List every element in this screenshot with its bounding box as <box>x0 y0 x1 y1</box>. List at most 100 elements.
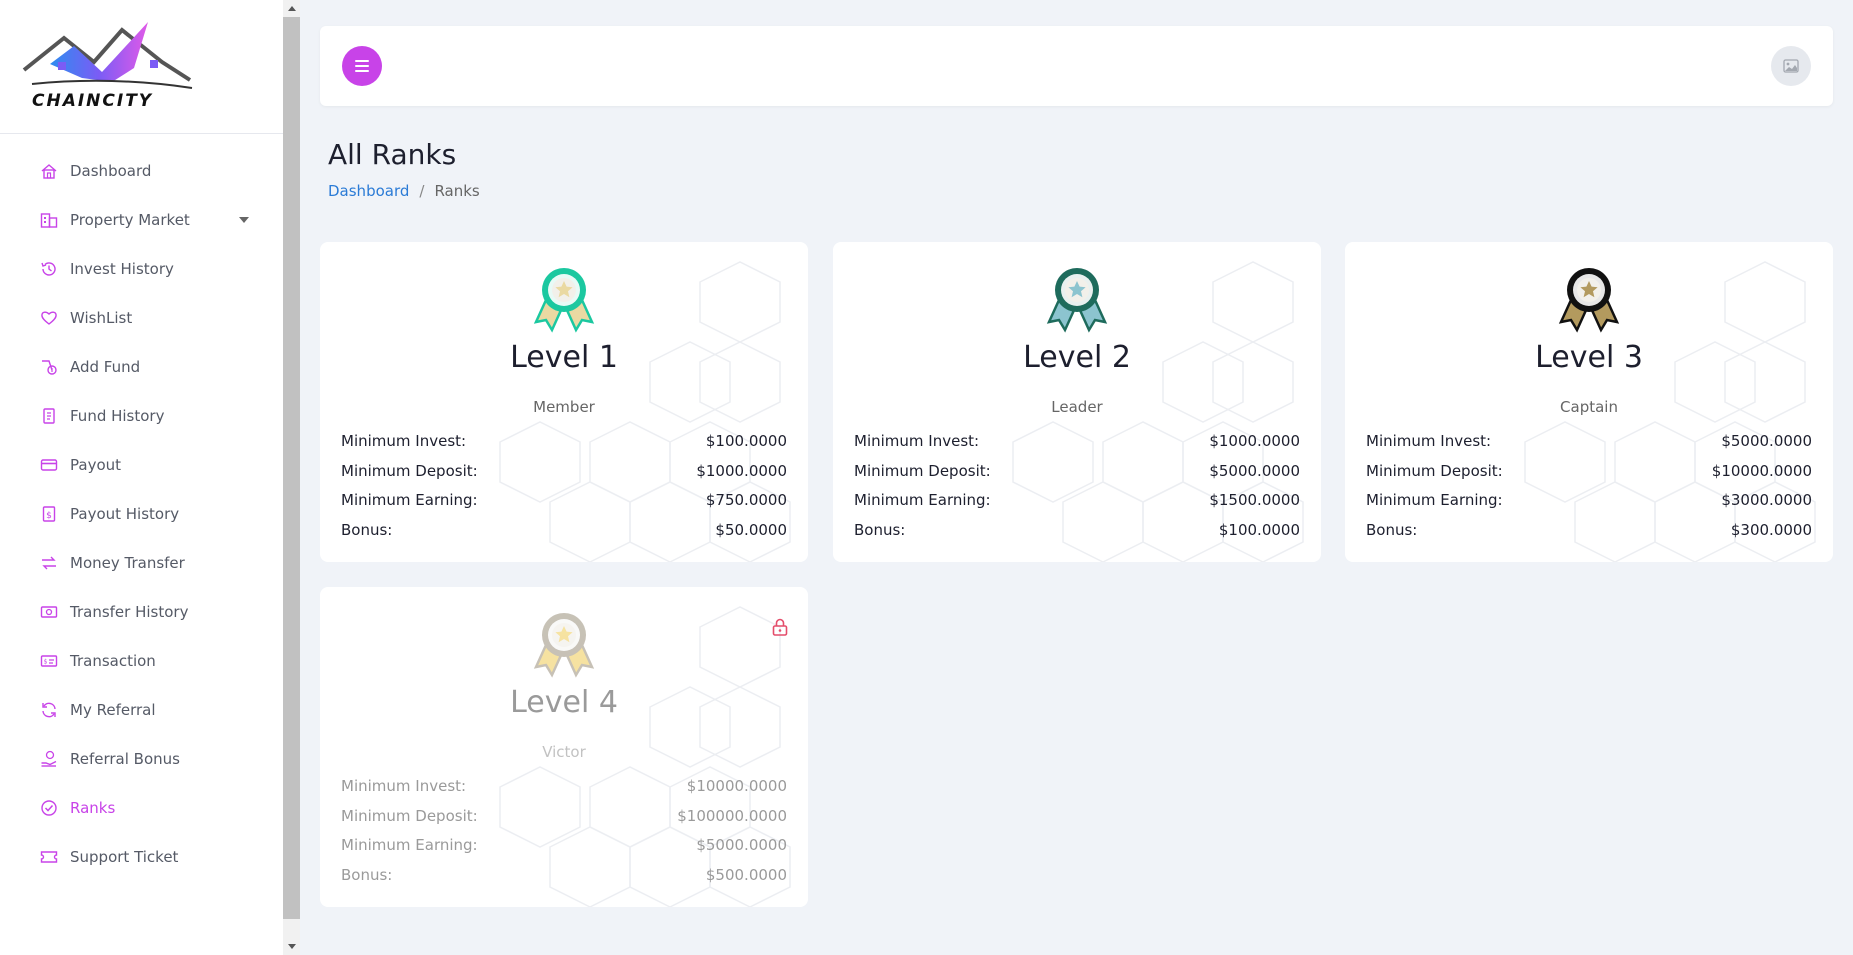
sidebar-item-invest-history[interactable]: Invest History <box>0 244 283 293</box>
rank-level: Level 3 <box>1535 340 1643 375</box>
sidebar-item-transfer-history[interactable]: Transfer History <box>0 587 283 636</box>
logo[interactable]: CHAINCITY <box>0 0 283 134</box>
rank-requirement-row: Bonus: $100.0000 <box>854 521 1300 551</box>
sidebar-item-label: My Referral <box>70 700 156 719</box>
requirement-value: $5000.0000 <box>1209 461 1300 480</box>
scroll-thumb[interactable] <box>283 17 300 919</box>
sidebar-item-label: Money Transfer <box>70 553 185 572</box>
requirement-value: $1000.0000 <box>1209 432 1300 450</box>
sidebar-scrollbar[interactable] <box>283 0 300 955</box>
sidebar-nav: Dashboard Property Market Invest History Wi… <box>0 134 283 881</box>
medal-icon <box>533 613 595 678</box>
rank-requirement-row: Minimum Invest: $10000.0000 <box>341 777 787 807</box>
sidebar-item-transaction[interactable]: $ Transaction <box>0 636 283 685</box>
chevron-down-icon[interactable] <box>239 216 249 223</box>
requirement-value: $5000.0000 <box>1721 432 1812 450</box>
rank-level: Level 1 <box>510 340 618 375</box>
requirement-label: Minimum Invest: <box>1366 432 1492 450</box>
requirement-label: Minimum Earning: <box>1366 491 1503 509</box>
sidebar-item-support-ticket[interactable]: Support Ticket <box>0 832 283 881</box>
requirement-label: Bonus: <box>341 865 393 884</box>
sidebar-item-label: Add Fund <box>70 357 141 376</box>
sidebar-item-label: Ranks <box>70 798 116 817</box>
sidebar-item-wishlist[interactable]: WishList <box>0 293 283 342</box>
topbar <box>320 26 1833 106</box>
requirement-value: $1000.0000 <box>696 461 787 480</box>
sidebar-item-label: Fund History <box>70 406 165 425</box>
scroll-up-arrow-icon[interactable] <box>283 0 300 17</box>
rank-requirement-row: Bonus: $300.0000 <box>1366 521 1812 551</box>
requirement-label: Minimum Invest: <box>341 432 467 450</box>
sidebar-item-label: Payout History <box>70 504 180 523</box>
chaincity-logo-icon: CHAINCITY <box>22 22 193 111</box>
rank-requirement-row: Minimum Earning: $750.0000 <box>341 491 787 521</box>
requirement-value: $3000.0000 <box>1721 491 1812 509</box>
requirement-label: Minimum Invest: <box>341 777 467 795</box>
refresh-icon <box>40 701 58 719</box>
rank-requirements: Minimum Invest: $1000.0000 Minimum Depos… <box>854 432 1300 550</box>
menu-toggle-button[interactable] <box>342 46 382 86</box>
rank-card: Level 3 Captain Minimum Invest: $5000.00… <box>1345 242 1833 562</box>
lock-icon[interactable] <box>770 617 790 637</box>
requirement-value: $750.0000 <box>705 491 787 509</box>
requirement-value: $1500.0000 <box>1209 491 1300 509</box>
medal-icon <box>1046 268 1108 333</box>
rank-requirement-row: Bonus: $50.0000 <box>341 521 787 551</box>
buildings-icon <box>40 211 58 229</box>
medal-icon <box>533 268 595 333</box>
sidebar-item-label: Transfer History <box>70 602 189 621</box>
scroll-down-arrow-icon[interactable] <box>283 938 300 955</box>
requirement-value: $100000.0000 <box>677 806 787 825</box>
rank-card: Level 1 Member Minimum Invest: $100.0000… <box>320 242 808 562</box>
rank-level: Level 2 <box>1023 340 1131 375</box>
receipt-icon <box>40 407 58 425</box>
svg-text:$: $ <box>46 511 52 521</box>
breadcrumb: Dashboard / Ranks <box>328 182 480 200</box>
sidebar-item-money-transfer[interactable]: Money Transfer <box>0 538 283 587</box>
user-avatar[interactable] <box>1771 46 1811 86</box>
sidebar-item-payout-history[interactable]: $ Payout History <box>0 489 283 538</box>
rank-requirement-row: Minimum Invest: $5000.0000 <box>1366 432 1812 462</box>
sidebar-item-label: Transaction <box>70 651 156 670</box>
rank-requirements: Minimum Invest: $100.0000 Minimum Deposi… <box>341 432 787 550</box>
rank-requirement-row: Minimum Deposit: $5000.0000 <box>854 462 1300 492</box>
rank-level: Level 4 <box>510 685 618 720</box>
money-icon <box>40 603 58 621</box>
sidebar: CHAINCITY Dashboard Property Market Invest… <box>0 0 283 955</box>
rank-name: Member <box>533 398 595 416</box>
requirement-value: $50.0000 <box>715 520 787 539</box>
transfer-icon <box>40 554 58 572</box>
sidebar-item-label: Support Ticket <box>70 847 179 866</box>
requirement-label: Minimum Deposit: <box>341 806 478 825</box>
requirement-label: Minimum Earning: <box>341 836 478 854</box>
svg-text:$: $ <box>44 658 48 665</box>
rank-name: Victor <box>542 743 586 761</box>
requirement-value: $300.0000 <box>1730 520 1812 539</box>
sidebar-item-label: Invest History <box>70 259 174 278</box>
sidebar-item-add-fund[interactable]: Add Fund <box>0 342 283 391</box>
rank-name: Captain <box>1560 398 1618 416</box>
credit-card-icon <box>40 456 58 474</box>
history-icon <box>40 260 58 278</box>
hamburger-icon <box>355 60 369 72</box>
sidebar-item-property-market[interactable]: Property Market <box>0 195 283 244</box>
rank-requirement-row: Minimum Invest: $1000.0000 <box>854 432 1300 462</box>
requirement-value: $10000.0000 <box>1711 461 1812 480</box>
sidebar-item-label: Referral Bonus <box>70 749 180 768</box>
requirement-value: $100.0000 <box>1218 520 1300 539</box>
sidebar-item-referral-bonus[interactable]: Referral Bonus <box>0 734 283 783</box>
requirement-label: Bonus: <box>854 520 906 539</box>
sidebar-item-fund-history[interactable]: Fund History <box>0 391 283 440</box>
breadcrumb-dashboard-link[interactable]: Dashboard <box>328 182 409 200</box>
rank-card: Level 2 Leader Minimum Invest: $1000.000… <box>833 242 1321 562</box>
dollar-document-icon: $ <box>40 505 58 523</box>
transaction-icon: $ <box>40 652 58 670</box>
sidebar-item-label: Dashboard <box>70 161 152 180</box>
sidebar-item-dashboard[interactable]: Dashboard <box>0 146 283 195</box>
sidebar-item-ranks[interactable]: Ranks <box>0 783 283 832</box>
requirement-label: Bonus: <box>1366 520 1418 539</box>
sidebar-item-my-referral[interactable]: My Referral <box>0 685 283 734</box>
requirement-label: Minimum Invest: <box>854 432 980 450</box>
rank-requirement-row: Minimum Deposit: $1000.0000 <box>341 462 787 492</box>
sidebar-item-payout[interactable]: Payout <box>0 440 283 489</box>
